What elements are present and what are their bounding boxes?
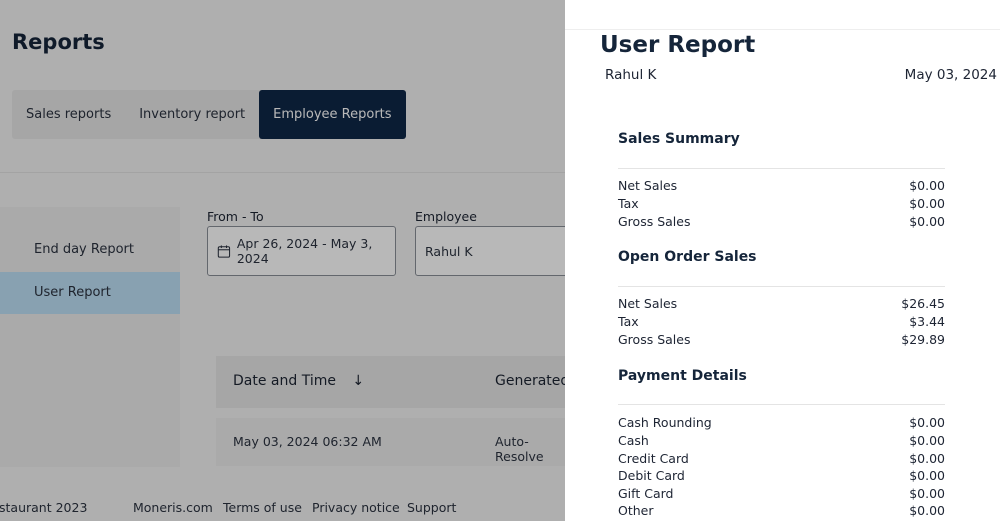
open-order-row-net-sales: Net Sales $26.45	[618, 296, 945, 311]
section-divider	[618, 404, 945, 405]
open-order-row-tax: Tax $3.44	[618, 314, 945, 329]
section-divider	[618, 168, 945, 169]
open-order-row-gross-sales: Gross Sales $29.89	[618, 332, 945, 347]
report-employee: Rahul K	[605, 67, 657, 83]
payment-row-debit-card: Debit Card $0.00	[618, 468, 945, 483]
report-title: User Report	[600, 32, 756, 58]
payment-details-title: Payment Details	[618, 368, 747, 384]
payment-row-cash-rounding: Cash Rounding $0.00	[618, 415, 945, 430]
modal-backdrop[interactable]	[0, 0, 565, 521]
open-order-sales-title: Open Order Sales	[618, 249, 757, 265]
payment-row-cash: Cash $0.00	[618, 433, 945, 448]
payment-row-gift-card: Gift Card $0.00	[618, 486, 945, 501]
report-date: May 03, 2024	[904, 67, 997, 83]
summary-row-tax: Tax $0.00	[618, 196, 945, 211]
payment-row-other: Other $0.00	[618, 503, 945, 518]
user-report-panel: User Report Rahul K May 03, 2024 Sales S…	[565, 0, 1000, 521]
section-divider	[618, 286, 945, 287]
sales-summary-title: Sales Summary	[618, 131, 740, 147]
summary-row-net-sales: Net Sales $0.00	[618, 178, 945, 193]
summary-row-gross-sales: Gross Sales $0.00	[618, 214, 945, 229]
payment-row-credit-card: Credit Card $0.00	[618, 451, 945, 466]
panel-divider	[565, 29, 1000, 30]
